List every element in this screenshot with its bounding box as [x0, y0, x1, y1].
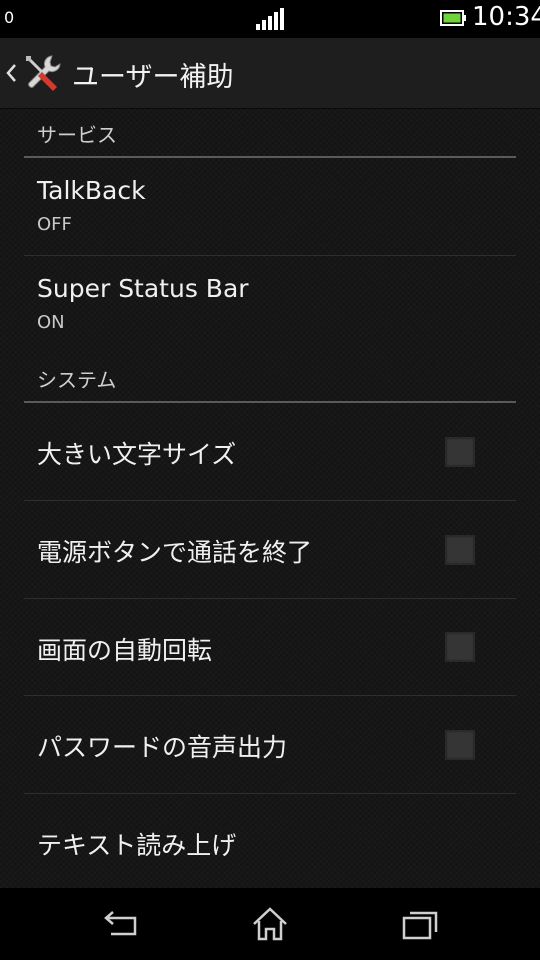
power-button-ends-call-checkbox[interactable] — [445, 535, 475, 565]
status-bar: 0 10:34 — [0, 0, 540, 38]
item-title: 画面の自動回転 — [37, 636, 213, 665]
item-title: テキスト読み上げ — [37, 831, 237, 860]
item-summary: OFF — [37, 214, 72, 235]
section-header-services: サービス — [24, 108, 516, 158]
list-item-super-status-bar[interactable]: Super Status Bar ON — [24, 256, 516, 354]
auto-rotate-checkbox[interactable] — [445, 632, 475, 662]
list-item-large-text[interactable]: 大きい文字サイズ — [24, 403, 516, 501]
speak-passwords-checkbox[interactable] — [445, 730, 475, 760]
item-title: 電源ボタンで通話を終了 — [37, 538, 313, 567]
list-item-talkback[interactable]: TalkBack OFF — [24, 158, 516, 256]
signal-strength-icon — [256, 8, 284, 30]
list-item-text-to-speech[interactable]: テキスト読み上げ — [24, 794, 516, 888]
list-item-power-button-ends-call[interactable]: 電源ボタンで通話を終了 — [24, 501, 516, 599]
battery-icon — [440, 10, 466, 26]
list-item-auto-rotate[interactable]: 画面の自動回転 — [24, 599, 516, 696]
action-bar[interactable]: ユーザー補助 — [0, 38, 540, 109]
navigation-bar — [0, 888, 540, 960]
screen: 0 10:34 ユーザー補助 サービス TalkBack OFF Super S… — [0, 0, 540, 960]
item-title: TalkBack — [37, 176, 146, 205]
home-icon[interactable] — [250, 904, 290, 944]
list-item-speak-passwords[interactable]: パスワードの音声出力 — [24, 696, 516, 794]
item-title: 大きい文字サイズ — [37, 440, 237, 469]
item-title: Super Status Bar — [37, 274, 249, 303]
page-title: ユーザー補助 — [72, 62, 234, 93]
notification-indicator: 0 — [4, 8, 15, 27]
clock: 10:34 — [472, 2, 540, 32]
item-title: パスワードの音声出力 — [37, 733, 288, 762]
tools-icon[interactable] — [22, 52, 64, 94]
recent-apps-icon[interactable] — [400, 904, 440, 944]
section-header-label: システム — [37, 368, 117, 392]
section-header-system: システム — [24, 354, 516, 403]
large-text-checkbox[interactable] — [445, 437, 475, 467]
section-header-label: サービス — [37, 123, 117, 147]
chevron-left-icon[interactable] — [4, 60, 18, 86]
back-icon[interactable] — [101, 904, 141, 944]
item-summary: ON — [37, 312, 65, 333]
